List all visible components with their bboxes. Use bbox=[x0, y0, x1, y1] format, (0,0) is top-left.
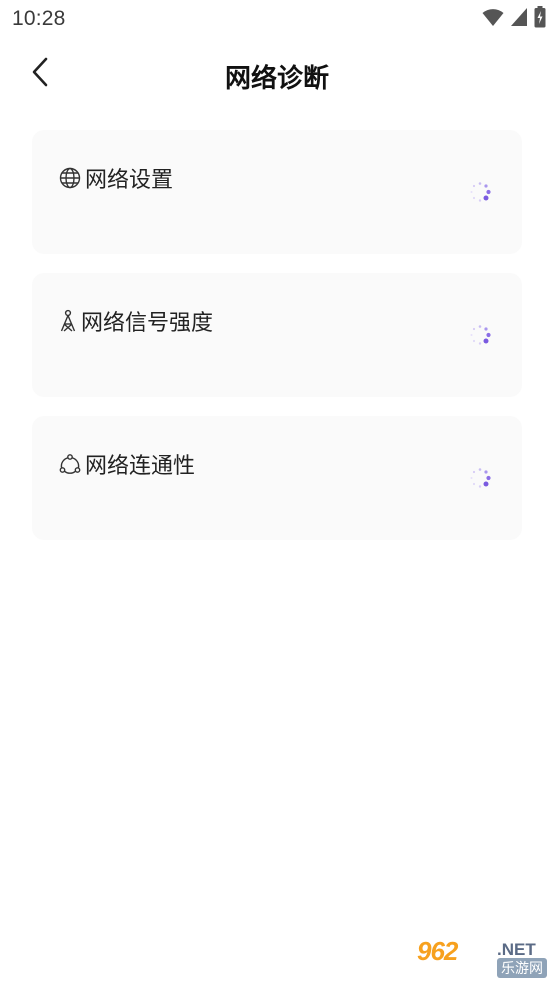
page-title: 网络诊断 bbox=[224, 64, 329, 94]
diagnosis-item-signal-strength[interactable]: 网络信号强度 bbox=[32, 273, 522, 397]
site-watermark: 962 .NET 乐游网 bbox=[415, 936, 549, 980]
status-icons bbox=[482, 6, 546, 32]
diagnosis-item-network-settings[interactable]: 网络设置 bbox=[32, 130, 522, 254]
wifi-icon bbox=[482, 7, 504, 31]
loading-spinner-icon bbox=[468, 323, 492, 347]
diagnosis-item-title: 网络设置 bbox=[59, 162, 173, 194]
status-bar: 10:28 bbox=[0, 0, 554, 40]
diagnosis-item-label: 网络设置 bbox=[85, 168, 174, 193]
loading-spinner-icon bbox=[468, 180, 492, 204]
watermark-brand: 962 bbox=[417, 936, 458, 966]
status-time: 10:28 bbox=[12, 7, 66, 30]
diagnosis-item-label: 网络信号强度 bbox=[81, 311, 214, 336]
diagnosis-item-title: 网络连通性 bbox=[59, 448, 195, 480]
diagnosis-item-connectivity[interactable]: 网络连通性 bbox=[32, 416, 522, 540]
signal-icon bbox=[510, 7, 528, 31]
signal-tower-icon bbox=[59, 309, 77, 332]
loading-spinner-icon bbox=[468, 466, 492, 490]
globe-icon bbox=[59, 167, 81, 189]
connectivity-icon bbox=[59, 453, 81, 475]
diagnosis-item-label: 网络连通性 bbox=[85, 454, 196, 479]
battery-icon bbox=[534, 6, 546, 32]
network-diagnosis-page: 10:28 网络诊断 网络设置 网络信号强度 网络连通性 962 .NET 乐游… bbox=[0, 0, 554, 984]
top-app-bar: 网络诊断 bbox=[0, 44, 554, 104]
diagnosis-item-title: 网络信号强度 bbox=[59, 305, 213, 337]
watermark-cn: 乐游网 bbox=[497, 958, 547, 978]
watermark-domain: .NET bbox=[497, 940, 536, 959]
